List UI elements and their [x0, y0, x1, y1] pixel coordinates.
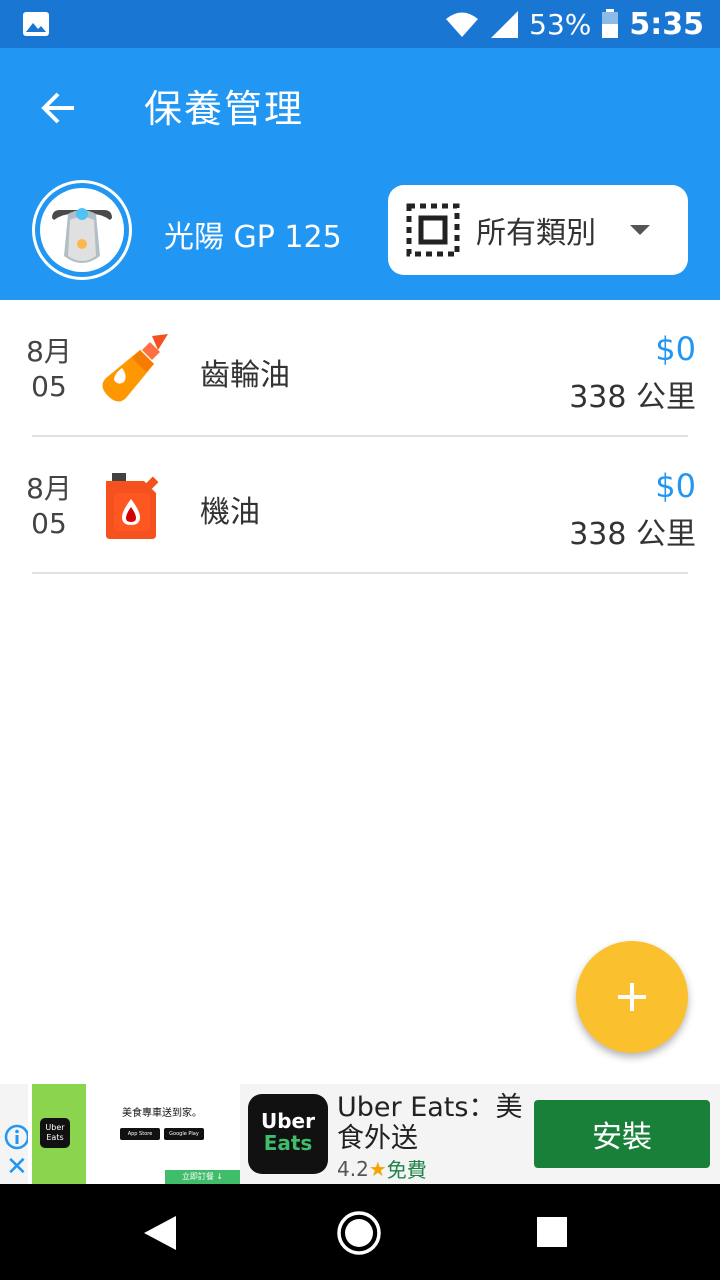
- app-store-badge: App Store: [120, 1128, 160, 1140]
- list-item[interactable]: 8月 05 機油 $0 338 公里: [26, 437, 696, 574]
- close-icon[interactable]: ✕: [6, 1154, 28, 1180]
- record-cost: $0: [655, 330, 696, 368]
- record-name: 機油: [200, 495, 260, 530]
- record-day: 05: [31, 370, 67, 403]
- category-dropdown[interactable]: 所有類別: [388, 185, 688, 275]
- record-name: 齒輪油: [200, 358, 290, 393]
- record-date: 8月 05: [24, 471, 74, 541]
- maintenance-list: 8月 05 齒輪油 $0 338 公里 8月 05 機油 $0 338 公里: [0, 300, 720, 574]
- record-date: 8月 05: [24, 334, 74, 404]
- install-button[interactable]: 安裝: [534, 1100, 710, 1168]
- google-play-badge: Google Play: [164, 1128, 204, 1140]
- category-label: 所有類別: [476, 216, 596, 251]
- info-icon[interactable]: [4, 1124, 30, 1150]
- record-month: 8月: [26, 472, 72, 505]
- image-icon: [23, 12, 49, 36]
- gear-oil-icon: [102, 334, 168, 402]
- arrow-left-icon: [41, 92, 74, 124]
- rating-value: 4.2: [337, 1156, 369, 1181]
- home-circle-icon[interactable]: [336, 1210, 382, 1256]
- list-item[interactable]: 8月 05 齒輪油 $0 338 公里: [26, 300, 696, 437]
- ad-small-logo: Uber Eats: [40, 1118, 70, 1148]
- signal-icon: [491, 11, 519, 38]
- engine-oil-icon: [106, 473, 159, 539]
- plus-icon: [618, 983, 646, 1011]
- logo-text-top: Uber: [261, 1109, 315, 1133]
- status-bar: 53% 5:35: [0, 0, 720, 48]
- ad-slogan: 美食專車送到家。: [122, 1108, 202, 1119]
- record-cost: $0: [655, 467, 696, 505]
- dropdown-arrow-icon: [630, 225, 650, 235]
- system-nav-bar: [0, 1184, 720, 1280]
- app-bar: 保養管理 光陽 GP 125 所有類別: [0, 48, 720, 300]
- uber-eats-logo: Uber Eats: [248, 1094, 328, 1174]
- star-icon: ★: [368, 1156, 387, 1181]
- category-icon: [406, 203, 460, 257]
- page-title: 保養管理: [144, 87, 305, 131]
- price-label: 免費: [386, 1158, 427, 1182]
- record-day: 05: [31, 507, 67, 540]
- ad-banner[interactable]: ✕ Uber Eats 美食專車送到家。 App Store Google Pl…: [0, 1084, 720, 1184]
- back-triangle-icon[interactable]: [142, 1214, 178, 1252]
- ad-image[interactable]: Uber Eats 美食專車送到家。 App Store Google Play…: [28, 1084, 240, 1184]
- logo-text-bottom: Eats: [263, 1131, 313, 1155]
- battery-percent: 53%: [529, 7, 592, 41]
- record-distance: 338 公里: [569, 517, 696, 552]
- record-distance: 338 公里: [569, 380, 696, 415]
- record-month: 8月: [26, 335, 72, 368]
- battery-icon: [602, 9, 619, 38]
- wifi-icon: [446, 12, 479, 37]
- vehicle-name: 光陽 GP 125: [164, 220, 342, 255]
- ad-app-name: Uber Eats：美食外送: [337, 1092, 523, 1154]
- add-record-button[interactable]: [576, 941, 688, 1053]
- back-button[interactable]: [30, 80, 86, 136]
- recents-square-icon[interactable]: [536, 1216, 568, 1248]
- scooter-icon: [35, 183, 129, 277]
- ad-order-button[interactable]: 立即訂餐 ↓: [165, 1170, 240, 1184]
- vehicle-avatar[interactable]: [32, 180, 132, 280]
- clock: 5:35: [629, 6, 704, 42]
- ad-rating: 4.2 ★ 免費: [337, 1154, 427, 1183]
